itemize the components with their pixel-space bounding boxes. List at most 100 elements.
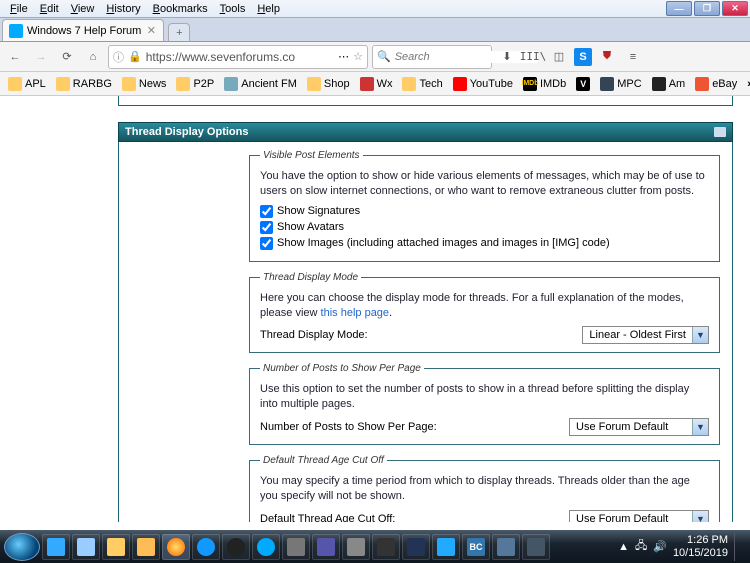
tray-network-icon[interactable]: 🖧 [635,537,647,556]
show-desktop-button[interactable] [734,533,742,561]
collapse-button[interactable] [714,127,726,137]
browser-tabbar: Windows 7 Help Forum ✕ + [0,18,750,42]
firefox-icon [167,538,185,556]
folder-icon [56,77,70,91]
help-text: You may specify a time period from which… [260,474,709,504]
select-display-mode[interactable]: Linear - Oldest First▼ [582,326,709,344]
bookmark-item[interactable]: RARBG [52,75,116,93]
app-icon [407,538,425,556]
page-action-icon[interactable]: ⋯ [338,50,349,63]
youtube-icon [453,77,467,91]
taskbar-item[interactable] [222,534,250,560]
bookmark-item[interactable]: Shop [303,75,354,93]
fieldset-display-mode: Thread Display Mode Here you can choose … [249,272,720,354]
tab-close-button[interactable]: ✕ [145,25,157,37]
app-icon [47,538,65,556]
taskbar-item[interactable] [42,534,70,560]
select-posts-per-page[interactable]: Use Forum Default▼ [569,418,709,436]
menu-view[interactable]: View [65,2,101,16]
downloads-icon[interactable]: ⬇ [496,46,518,68]
checkbox-signatures[interactable] [260,205,273,218]
site-icon [224,77,238,91]
window-close-button[interactable]: ✕ [722,1,748,16]
ext-s-icon[interactable]: S [574,48,592,66]
field-label: Default Thread Age Cut Off: [260,513,395,522]
bookmark-item[interactable]: IMDbIMDb [519,75,570,93]
bookmarks-overflow-button[interactable]: » [743,76,750,92]
menu-tools[interactable]: Tools [214,2,252,16]
menu-history[interactable]: History [100,2,146,16]
site-info-icon[interactable]: ⓘ [113,49,124,65]
checkbox-label[interactable]: Show Avatars [277,221,344,233]
select-thread-age[interactable]: Use Forum Default▼ [569,510,709,522]
hamburger-menu-icon[interactable]: ≡ [622,46,644,68]
bookmark-item[interactable]: Am [648,75,690,93]
menu-file[interactable]: File [4,2,34,16]
taskbar-item[interactable] [372,534,400,560]
bookmark-item[interactable]: V [572,75,594,93]
taskbar-item[interactable] [402,534,430,560]
menu-edit[interactable]: Edit [34,2,65,16]
tab-favicon [9,24,23,38]
checkbox-images[interactable] [260,237,273,250]
app-icon: BC [467,538,485,556]
ext-shield-icon[interactable]: ⛊ [596,46,618,68]
url-input[interactable] [146,50,334,64]
taskbar-item[interactable] [102,534,130,560]
start-button[interactable] [4,533,40,561]
chevron-down-icon: ▼ [692,327,708,343]
taskbar-item[interactable] [72,534,100,560]
taskbar-item[interactable] [342,534,370,560]
bookmark-item[interactable]: News [118,75,171,93]
chevron-down-icon: ▼ [692,419,708,435]
taskbar-item[interactable] [252,534,280,560]
help-page-link[interactable]: this help page [321,307,390,319]
bookmark-item[interactable]: YouTube [449,75,517,93]
checkbox-label[interactable]: Show Signatures [277,205,360,217]
browser-tab[interactable]: Windows 7 Help Forum ✕ [2,19,164,41]
bookmark-star-icon[interactable]: ☆ [353,50,363,63]
taskbar-item[interactable] [132,534,160,560]
checkbox-avatars[interactable] [260,221,273,234]
window-maximize-button[interactable]: ❐ [694,1,720,16]
tray-volume-icon[interactable]: 🔊 [653,540,667,553]
site-icon [360,77,374,91]
taskbar-item[interactable] [282,534,310,560]
legend: Visible Post Elements [260,150,363,161]
nav-back-button[interactable]: ← [4,46,26,68]
bookmark-item[interactable]: Ancient FM [220,75,301,93]
library-icon[interactable]: III\ [522,46,544,68]
taskbar-item-firefox[interactable] [162,534,190,560]
ebay-icon [695,77,709,91]
bookmark-item[interactable]: eBay [691,75,741,93]
page-content[interactable]: Thread Display Options Visible Post Elem… [0,96,750,522]
taskbar-item[interactable] [192,534,220,560]
menu-help[interactable]: Help [251,2,286,16]
bookmark-item[interactable]: MPC [596,75,645,93]
search-bar[interactable]: 🔍 [372,45,492,69]
window-minimize-button[interactable]: — [666,1,692,16]
app-icon [197,538,215,556]
bookmark-item[interactable]: Wx [356,75,397,93]
sidebar-icon[interactable]: ◫ [548,46,570,68]
checkbox-label[interactable]: Show Images (including attached images a… [277,237,610,249]
taskbar-item[interactable] [312,534,340,560]
taskbar-item[interactable] [492,534,520,560]
url-bar[interactable]: ⓘ 🔒 ⋯ ☆ [108,45,368,69]
taskbar-item[interactable]: BC [462,534,490,560]
menu-bookmarks[interactable]: Bookmarks [147,2,214,16]
taskbar-item[interactable] [522,534,550,560]
bookmark-item[interactable]: APL [4,75,50,93]
system-tray[interactable]: ▲ 🖧 🔊 1:26 PM 10/15/2019 [618,533,746,561]
new-tab-button[interactable]: + [168,23,190,41]
taskbar-item[interactable] [432,534,460,560]
nav-reload-button[interactable]: ⟳ [56,46,78,68]
field-label: Thread Display Mode: [260,329,368,341]
tray-chevron-icon[interactable]: ▲ [618,541,629,553]
bookmark-item[interactable]: P2P [172,75,218,93]
nav-forward-button[interactable]: → [30,46,52,68]
nav-home-button[interactable]: ⌂ [82,46,104,68]
bookmark-item[interactable]: Tech [398,75,446,93]
tab-title: Windows 7 Help Forum [27,25,141,37]
tray-clock[interactable]: 1:26 PM 10/15/2019 [673,534,728,558]
